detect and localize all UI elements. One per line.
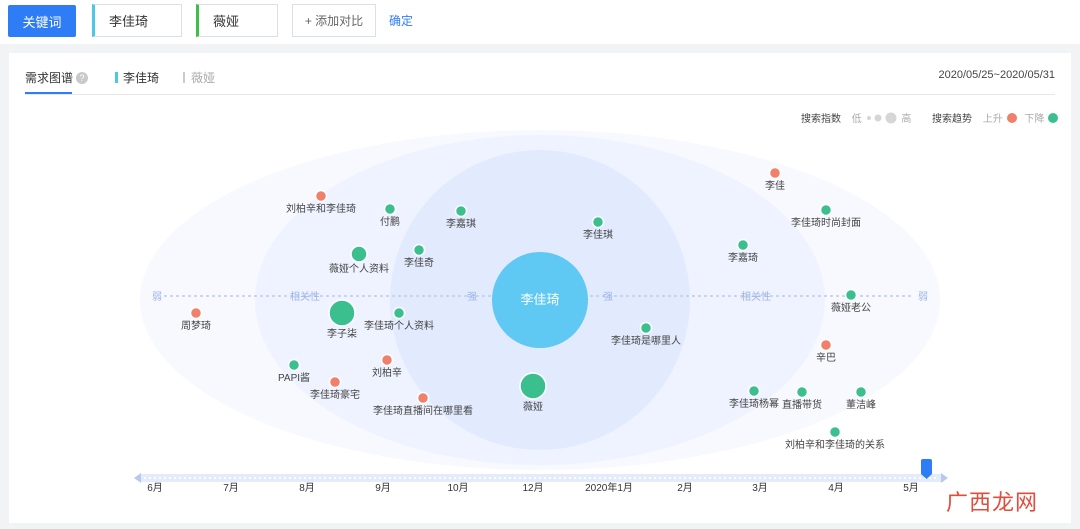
graph-node-label[interactable]: 李佳琦个人资料	[364, 319, 434, 332]
graph-node-dot[interactable]	[287, 358, 301, 372]
graph-node-dot[interactable]	[828, 425, 842, 439]
timeline-month-label: 7月	[223, 482, 239, 494]
graph-node-label[interactable]: 李佳	[765, 179, 785, 192]
graph-node-dot[interactable]	[639, 321, 653, 335]
graph-node-label[interactable]: 刘柏辛	[372, 366, 402, 379]
timeline-left-arrow-icon[interactable]	[134, 473, 141, 483]
graph-node-dot[interactable]	[454, 204, 468, 218]
graph-node-label[interactable]: 李佳琦时尚封面	[791, 216, 861, 229]
graph-node-dot[interactable]	[819, 203, 833, 217]
graph-node-label[interactable]: 李嘉琦	[728, 251, 758, 264]
graph-node-dot[interactable]	[328, 299, 356, 327]
timeline-month-label: 5月	[903, 482, 919, 494]
graph-node-dot[interactable]	[591, 215, 605, 229]
timeline-month-label: 6月	[147, 482, 163, 494]
timeline-month-label: 12月	[522, 482, 543, 494]
axis-weak-right: 弱	[918, 291, 928, 303]
graph-node-label[interactable]: 董洁峰	[846, 398, 876, 411]
graph-node-label[interactable]: 直播带货	[782, 398, 822, 411]
watermark-logo: 广西龙网	[946, 485, 1038, 517]
timeline-month-label: 10月	[447, 482, 468, 494]
timeline-right-arrow-icon[interactable]	[941, 473, 948, 483]
graph-node-dot[interactable]	[795, 385, 809, 399]
graph-node-label[interactable]: 李佳琪	[583, 228, 613, 241]
axis-strong-right: 强	[603, 291, 613, 303]
graph-node-label[interactable]: 李佳奇	[404, 256, 434, 269]
timeline-month-label: 4月	[828, 482, 844, 494]
timeline-month-label: 2020年1月	[585, 481, 633, 494]
graph-node-dot[interactable]	[383, 202, 397, 216]
timeline-months: 6月 7月 8月 9月 10月 12月 2020年1月 2月 3月 4月 5月	[147, 481, 919, 494]
graph-node-label[interactable]: 李佳琦杨幂	[729, 397, 779, 410]
axis-weak-left: 弱	[152, 291, 162, 303]
graph-node-label[interactable]: 李佳琦是哪里人	[611, 334, 681, 347]
graph-node-label[interactable]: 薇娅老公	[831, 301, 871, 314]
graph-node-label[interactable]: 李佳琦直播间在哪里看	[373, 404, 473, 417]
axis-relevance-right: 相关性	[741, 290, 771, 303]
graph-node-dot[interactable]	[519, 372, 547, 400]
graph-node-dot[interactable]	[854, 385, 868, 399]
axis-relevance-left: 相关性	[290, 290, 320, 303]
graph-node-label[interactable]: 李子柒	[327, 327, 357, 340]
graph-node-label[interactable]: 周梦琦	[181, 320, 211, 332]
graph-node-dot[interactable]	[328, 375, 342, 389]
graph-node-dot[interactable]	[416, 391, 430, 405]
graph-node-dot[interactable]	[189, 306, 203, 320]
graph-node-dot[interactable]	[747, 384, 761, 398]
graph-node-label[interactable]: 刘柏辛和李佳琦的关系	[785, 438, 885, 451]
graph-node-dot[interactable]	[412, 243, 426, 257]
center-node-label: 李佳琦	[520, 292, 559, 307]
graph-node-label[interactable]: 薇娅	[523, 400, 543, 413]
graph-node-dot[interactable]	[736, 238, 750, 252]
graph-node-dot[interactable]	[844, 288, 858, 302]
timeline-month-label: 3月	[752, 482, 768, 494]
graph-node-dot[interactable]	[392, 306, 406, 320]
watermark-text: 广西龙网	[946, 490, 1039, 515]
graph-node-label[interactable]: 李嘉琪	[446, 217, 476, 230]
timeline-handle[interactable]	[921, 459, 932, 475]
timeline-month-label: 9月	[375, 482, 391, 494]
graph-node-dot[interactable]	[768, 166, 782, 180]
graph-node-label[interactable]: 薇娅个人资料	[329, 262, 389, 275]
graph-node-dot[interactable]	[380, 353, 394, 367]
graph-node-label[interactable]: 李佳琦豪宅	[310, 388, 360, 401]
demand-graph-chart: 弱 相关性 强 强 相关性 弱 李佳琦 刘柏辛和李佳琦付鹏 李嘉琪李佳琪 李佳李佳琦…	[134, 130, 948, 494]
graph-node-label[interactable]: 刘柏辛和李佳琦	[286, 202, 356, 215]
timeline-month-label: 2月	[677, 482, 693, 494]
graph-node-label[interactable]: PAPI酱	[278, 371, 310, 384]
graph-node-label[interactable]: 付鹏	[380, 215, 400, 228]
graph-node-dot[interactable]	[819, 338, 833, 352]
graph-node-dot[interactable]	[314, 189, 328, 203]
graph-node-label[interactable]: 辛巴	[816, 351, 836, 364]
graph-node-dot[interactable]	[350, 245, 368, 263]
axis-strong-left: 强	[467, 291, 477, 303]
timeline-month-label: 8月	[299, 482, 315, 494]
